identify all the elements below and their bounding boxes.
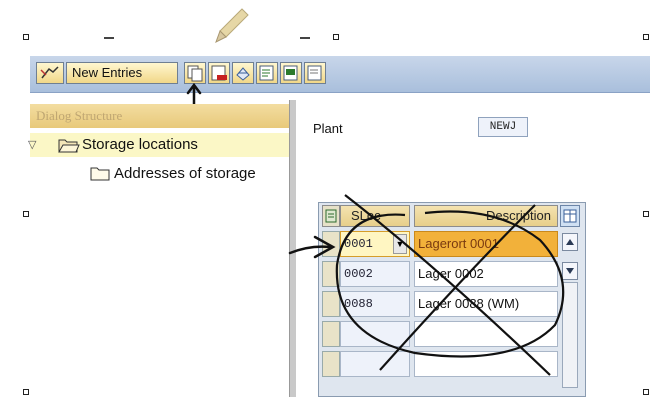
selection-handle[interactable]	[643, 389, 649, 395]
annotation-scribble	[288, 194, 565, 376]
divider	[300, 37, 310, 39]
folder-open-icon	[58, 139, 80, 153]
new-entries-button[interactable]: New Entries	[66, 62, 178, 84]
select-block-icon[interactable]	[280, 62, 302, 84]
undo-icon[interactable]	[232, 62, 254, 84]
deselect-all-icon[interactable]	[304, 62, 326, 84]
selection-handle[interactable]	[643, 211, 649, 217]
dialog-structure-header: Dialog Structure	[30, 104, 289, 128]
display-change-icon[interactable]	[36, 62, 64, 84]
divider	[104, 37, 114, 39]
expand-icon[interactable]: ▽	[28, 138, 36, 151]
pencil-icon[interactable]	[212, 6, 250, 46]
tree-item-storage-locations[interactable]: Storage locations	[82, 136, 198, 153]
plant-label: Plant	[313, 121, 343, 136]
selection-handle[interactable]	[643, 34, 649, 40]
delete-icon[interactable]	[208, 62, 230, 84]
new-entries-label: New Entries	[72, 65, 143, 80]
select-all-icon[interactable]	[256, 62, 278, 84]
selection-handle[interactable]	[333, 34, 339, 40]
plant-value: NEWJ	[478, 117, 528, 137]
folder-icon	[90, 167, 110, 181]
selection-handle[interactable]	[23, 389, 29, 395]
tree-item-addresses-of-storage[interactable]: Addresses of storage	[114, 165, 256, 182]
selection-handle[interactable]	[23, 34, 29, 40]
selection-handle[interactable]	[23, 211, 29, 217]
